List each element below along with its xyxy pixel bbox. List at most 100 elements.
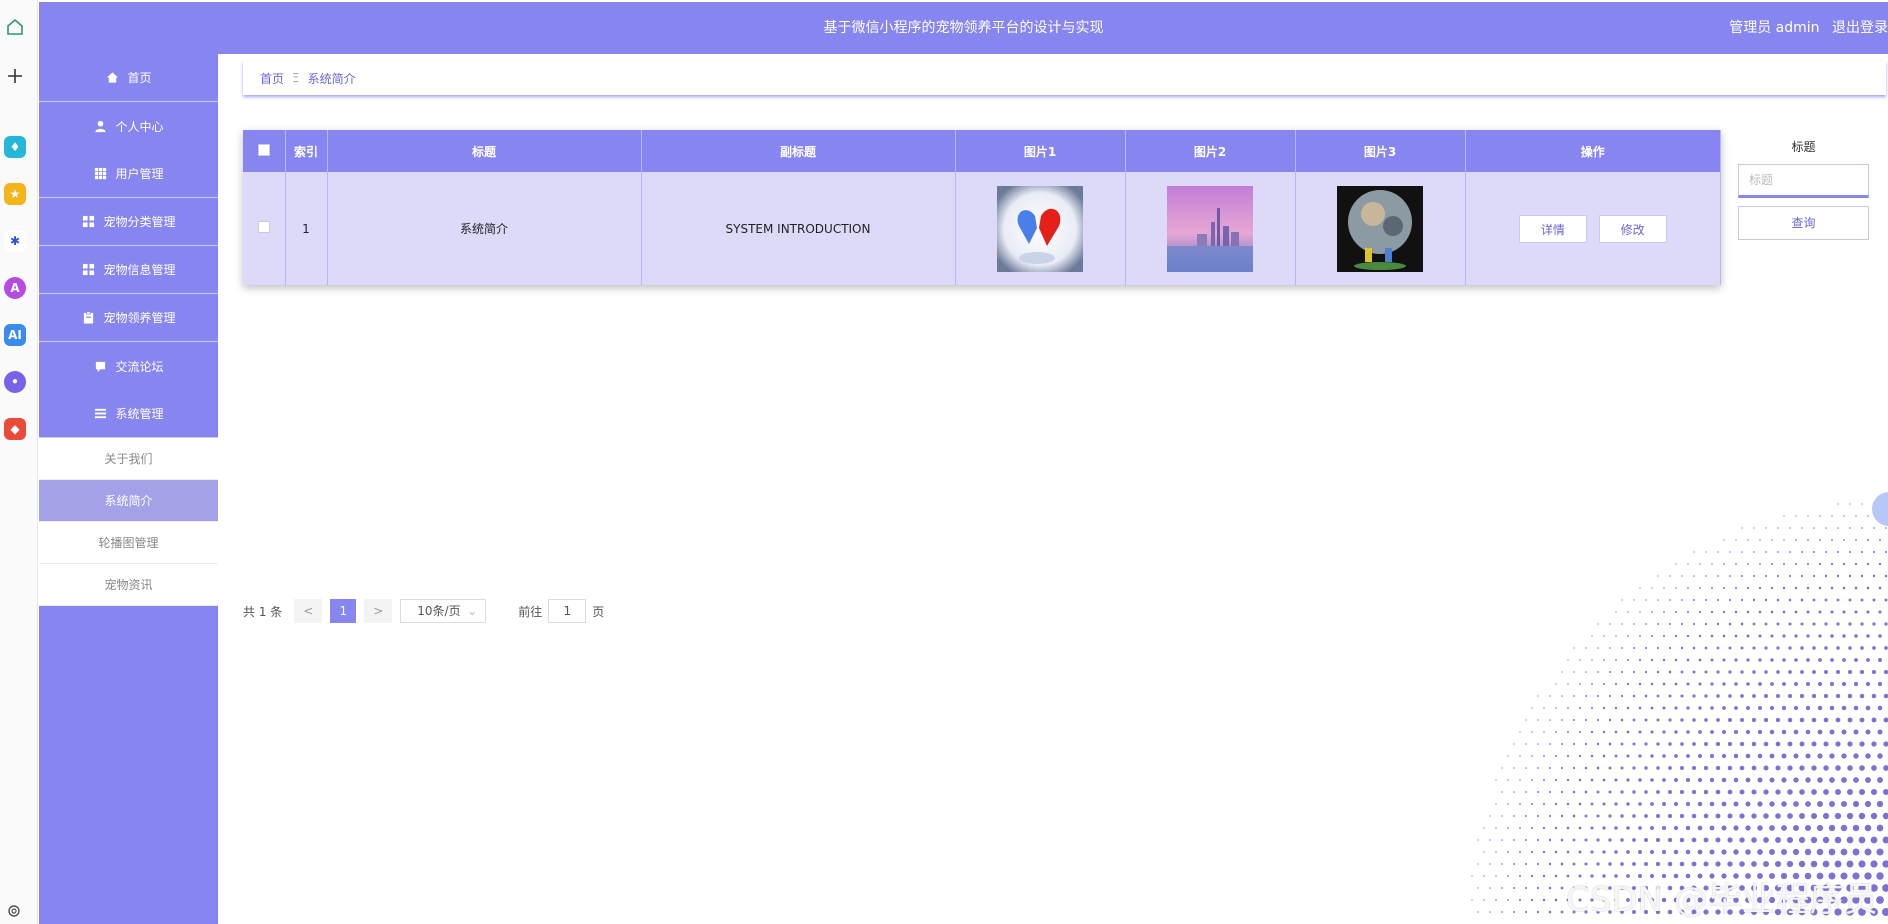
decorative-dot (1675, 563, 1677, 565)
decorative-dot (1853, 753, 1859, 759)
decorative-dot (1620, 862, 1624, 866)
decorative-dot (1721, 777, 1727, 783)
decorative-dot (1848, 646, 1852, 650)
decorative-dot (1644, 766, 1648, 770)
gamepad-icon[interactable]: ◆ (4, 418, 26, 440)
sidebar-item-pet-info[interactable]: 宠物信息管理 (39, 246, 218, 294)
decorative-dot (1816, 848, 1824, 856)
decorative-dot (1734, 610, 1738, 614)
submenu-item-pet-news[interactable]: 宠物资讯 (39, 564, 218, 606)
query-button[interactable]: 查询 (1738, 206, 1869, 240)
decorative-dot (1614, 730, 1618, 734)
decorative-dot (1572, 838, 1576, 842)
decorative-dot (1716, 598, 1720, 602)
decorative-dot (1543, 779, 1545, 781)
select-all-checkbox[interactable] (257, 143, 270, 156)
ai-circle-icon[interactable]: A (4, 277, 26, 299)
decorative-dot (1555, 755, 1557, 757)
decorative-dot (1770, 658, 1774, 662)
decorative-dot (1524, 862, 1528, 866)
decorative-dot (1770, 610, 1774, 614)
decorative-dot (1596, 814, 1600, 818)
sidebar-item-label: 交流论坛 (115, 359, 164, 374)
decorative-dot (1638, 826, 1642, 830)
decorative-dot (1542, 850, 1546, 854)
decorative-dot (1513, 767, 1515, 769)
decorative-dot (1759, 563, 1761, 565)
decorative-dot (1729, 551, 1731, 553)
decorative-dot (1746, 610, 1750, 614)
decorative-dot (1650, 658, 1654, 662)
settings-gear-icon[interactable] (6, 903, 22, 919)
decorative-dot (1739, 789, 1745, 795)
decorative-dot (1746, 706, 1750, 710)
table-row: 1 系统简介 SYSTEM INTRODUCTION 详情 修改 (243, 172, 1721, 285)
decorative-dot (1489, 839, 1491, 841)
decorative-dot (1757, 801, 1763, 807)
network-icon[interactable]: ✱ (4, 230, 26, 252)
breadcrumb-home[interactable]: 首页 (260, 70, 284, 87)
decorative-dot (1681, 575, 1683, 577)
sidebar-item-pet-category[interactable]: 宠物分类管理 (39, 198, 218, 246)
sidebar-item-forum[interactable]: 交流论坛 (39, 342, 218, 390)
decorative-dot (1841, 729, 1847, 735)
logout-button[interactable]: 退出登录 (1832, 20, 1888, 36)
sidebar-item-personal-center[interactable]: 个人中心 (39, 102, 218, 150)
decorative-dot (1578, 754, 1582, 758)
page-size-select[interactable]: 10条/页 ⌄ (400, 599, 487, 623)
ai-icon[interactable]: AI (4, 324, 26, 346)
decorative-dot (1597, 623, 1599, 625)
decorative-dot (1697, 825, 1703, 831)
decorative-dot (1840, 824, 1848, 832)
decorative-dot (1794, 658, 1798, 662)
sidebar-item-user-management[interactable]: 用户管理 (39, 150, 218, 198)
decorative-dot (1620, 742, 1624, 746)
star-icon[interactable]: ★ (4, 183, 26, 205)
submenu-item-about-us[interactable]: 关于我们 (39, 438, 218, 480)
sidebar-item-system-management[interactable]: 系统管理 (39, 390, 218, 438)
decorative-dot (1787, 765, 1793, 771)
sidebar-item-home[interactable]: 首页 (39, 54, 218, 102)
decorative-dot (1650, 802, 1654, 806)
decorative-dot (1746, 634, 1750, 638)
plus-icon[interactable] (5, 66, 25, 86)
decorative-dot (1549, 743, 1551, 745)
decorative-dot (1614, 706, 1618, 710)
decorative-dot (1816, 824, 1824, 832)
search-label: 标题 (1791, 140, 1816, 154)
decorative-dot (1745, 729, 1751, 735)
decorative-dot (1703, 765, 1709, 771)
decorative-dot (1805, 681, 1811, 687)
next-page-button[interactable]: > (364, 599, 393, 623)
edit-button[interactable]: 修改 (1598, 214, 1667, 243)
column-header: 操作 (1465, 130, 1721, 172)
detail-button[interactable]: 详情 (1518, 214, 1587, 243)
decorative-dot (1824, 574, 1828, 578)
submenu-item-system-intro[interactable]: 系统简介 (39, 480, 218, 522)
two-hearts-image (997, 185, 1083, 272)
decorative-dot (1733, 801, 1739, 807)
app-icon-1[interactable]: ♦ (4, 136, 26, 158)
decorative-dot (1590, 802, 1594, 806)
decorative-dot (1758, 634, 1762, 638)
decorative-dot (1693, 599, 1695, 601)
robot-icon[interactable]: • (4, 371, 26, 393)
decorative-dot (1561, 743, 1563, 745)
decorative-dot (1584, 790, 1588, 794)
decorative-dot (1710, 706, 1714, 710)
sidebar-item-pet-adoption[interactable]: 宠物领养管理 (39, 294, 218, 342)
page-number-button[interactable]: 1 (330, 599, 357, 623)
decorative-dot (1537, 791, 1539, 793)
sidebar-item-label: 系统管理 (115, 407, 164, 421)
decorative-dot (1513, 791, 1515, 793)
title-search-input[interactable] (1738, 164, 1869, 198)
decorative-dot (1769, 753, 1775, 759)
house-icon[interactable] (5, 17, 25, 37)
goto-page-input[interactable] (548, 599, 587, 623)
decorative-dot (1674, 778, 1678, 782)
decorative-dot (1554, 850, 1558, 854)
row-checkbox[interactable] (257, 221, 270, 233)
prev-page-button[interactable]: < (294, 599, 323, 623)
submenu-item-carousel[interactable]: 轮播图管理 (39, 522, 218, 564)
decorative-dot (1854, 658, 1858, 662)
